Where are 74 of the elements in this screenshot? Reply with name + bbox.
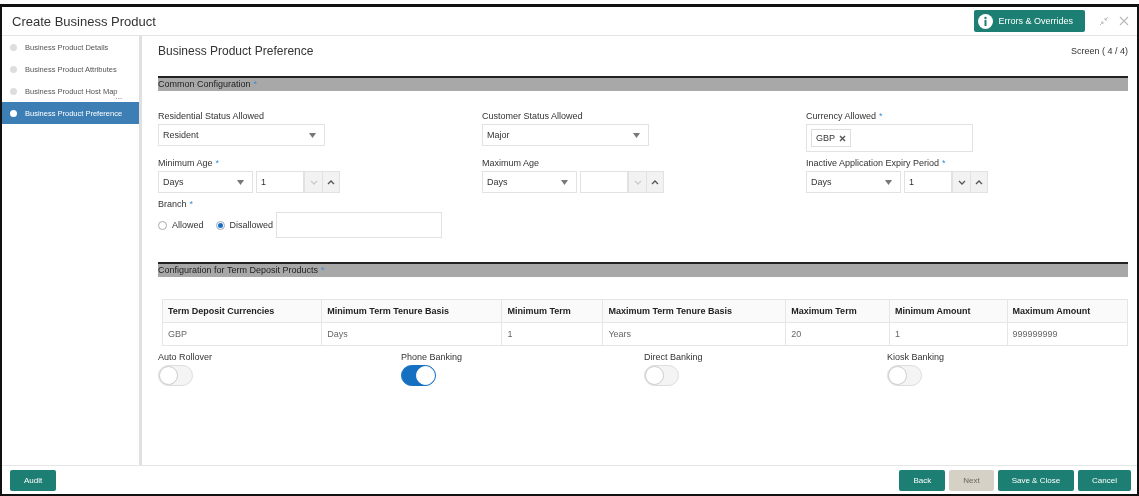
branch-field[interactable] [276, 212, 443, 238]
table-cell: 1 [889, 322, 1008, 346]
caret-icon [237, 179, 244, 185]
section-header: Common Configuration [158, 79, 251, 89]
toggle-label: Kiosk Banking [887, 352, 946, 362]
table-cell: Years [602, 322, 786, 346]
required-mark: * [320, 265, 325, 275]
column-header: Minimum Term [502, 299, 603, 323]
required-mark: * [253, 79, 258, 89]
close-icon[interactable] [1119, 16, 1129, 26]
section-header: Configuration for Term Deposit Products [158, 265, 318, 275]
field-label: Residential Status Allowed [158, 111, 265, 121]
chevron-down-icon [309, 179, 318, 185]
increment-button[interactable] [322, 171, 340, 193]
screen-counter: Screen ( 4 / 4) [1070, 46, 1128, 56]
toggle-label: Direct Banking [644, 352, 704, 362]
number-field[interactable] [580, 171, 628, 193]
column-header: Maximum Term [785, 299, 890, 323]
caret-icon [885, 179, 892, 185]
column-header: Minimum Term Tenure Basis [321, 299, 502, 323]
column-header: Maximum Term Tenure Basis [602, 299, 786, 323]
required-mark: * [879, 111, 883, 121]
dropdown[interactable]: Resident [158, 124, 325, 146]
increment-button[interactable] [646, 171, 664, 193]
required-mark: * [215, 158, 220, 168]
radio-option[interactable]: Disallowed [215, 220, 274, 230]
toggle-label: Phone Banking [401, 352, 464, 362]
table-cell: Days [321, 322, 502, 346]
toggle-switch[interactable] [401, 365, 436, 386]
table-cell: 20 [785, 322, 890, 346]
required-mark: * [189, 199, 194, 209]
chevron-up-icon [327, 179, 335, 185]
footer-button[interactable]: Save & Close [997, 469, 1075, 491]
table-cell: 1 [502, 322, 603, 346]
chevron-up-icon [651, 179, 659, 185]
page-title: Business Product Preference [158, 44, 314, 58]
info-icon [978, 13, 994, 29]
footer-button[interactable]: Cancel [1078, 469, 1131, 491]
column-header: Maximum Amount [1007, 299, 1128, 323]
chevron-down-icon [633, 179, 642, 185]
increment-button[interactable] [970, 171, 988, 193]
field-label: Maximum Age [482, 158, 540, 168]
field-label: Currency Allowed [806, 111, 877, 121]
field-label: Branch [158, 199, 187, 209]
errors-overrides-button[interactable]: Errors & Overrides [974, 10, 1085, 32]
toggle-label: Auto Rollover [158, 352, 214, 362]
chevron-down-icon [957, 179, 966, 185]
number-field[interactable]: 1 [256, 171, 304, 193]
minimize-icon[interactable] [1099, 16, 1109, 26]
column-header: Term Deposit Currencies [162, 299, 322, 323]
currency-chip[interactable]: GBP [811, 129, 851, 147]
unit-dropdown[interactable]: Days [806, 171, 901, 193]
field-label: Minimum Age [158, 158, 213, 168]
dropdown[interactable]: Major [482, 124, 649, 146]
unit-dropdown[interactable]: Days [158, 171, 253, 193]
multiselect-field[interactable]: GBP [806, 124, 973, 152]
radio-option[interactable]: Allowed [158, 220, 204, 230]
caret-icon [561, 179, 568, 185]
window-title: Create Business Product [12, 13, 157, 29]
column-header: Minimum Amount [889, 299, 1008, 323]
remove-icon[interactable] [839, 134, 846, 142]
number-field[interactable]: 1 [904, 171, 952, 193]
unit-dropdown[interactable]: Days [482, 171, 577, 193]
decrement-button[interactable] [952, 171, 970, 193]
audit-button[interactable]: Audit [10, 469, 57, 491]
caret-icon [633, 132, 640, 138]
table-cell: GBP [162, 322, 322, 346]
required-mark: * [942, 158, 946, 168]
footer-button[interactable]: Back [899, 469, 946, 491]
field-label: Inactive Application Expiry Period [806, 158, 940, 168]
table-cell: 999999999 [1007, 322, 1128, 346]
chevron-up-icon [975, 179, 983, 185]
caret-icon [309, 132, 316, 138]
field-label: Customer Status Allowed [482, 111, 583, 121]
